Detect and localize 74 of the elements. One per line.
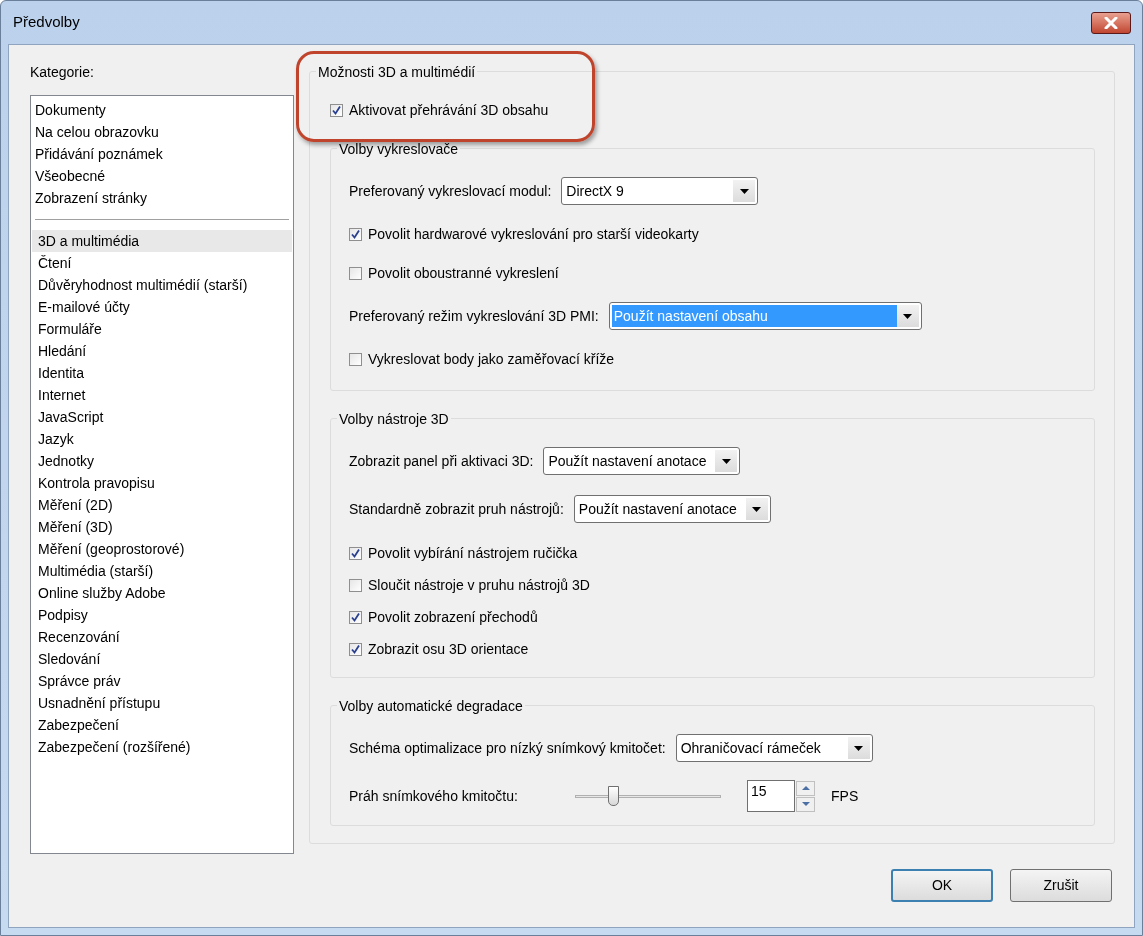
checkbox-label: Povolit oboustranné vykreslení [368, 263, 559, 283]
dropdown-arrow-icon [739, 188, 749, 194]
unit-label: FPS [831, 786, 859, 806]
dropdown[interactable]: Použít nastavení anotace [573, 495, 771, 523]
category-item[interactable]: Recenzování [32, 626, 292, 648]
field-label: Standardně zobrazit pruh nástrojů: [349, 499, 564, 519]
close-icon [1104, 16, 1118, 29]
category-item[interactable]: Online služby Adobe [32, 582, 292, 604]
checkbox[interactable] [349, 578, 362, 592]
checkbox-label: Povolit hardwarové vykreslování pro starší videokarty [368, 224, 699, 244]
dialog-button[interactable]: Zrušit [1010, 869, 1112, 902]
category-item[interactable]: 3D a multimédia [32, 230, 292, 252]
checkbox-label: Aktivovat přehrávání 3D obsahu [349, 100, 549, 120]
checkbox[interactable] [349, 546, 362, 560]
dialog-button[interactable]: OK [891, 869, 993, 902]
category-item[interactable]: Jednotky [32, 450, 292, 472]
category-item[interactable]: Zabezpečení [32, 714, 292, 736]
categories-label: Kategorie: [30, 63, 95, 80]
dropdown-arrow-icon [752, 506, 762, 512]
slider[interactable] [575, 786, 721, 806]
checkbox-label: Vykreslovat body jako zaměřovací kříže [368, 349, 615, 369]
category-item[interactable]: Měření (geoprostorové) [32, 538, 292, 560]
field-label: Preferovaný režim vykreslování 3D PMI: [349, 306, 599, 326]
close-button[interactable] [1091, 11, 1131, 34]
dropdown-arrow-icon [854, 745, 864, 751]
dropdown[interactable]: Použít nastavení anotace [543, 447, 741, 475]
category-item[interactable]: Správce práv [32, 670, 292, 692]
category-item[interactable]: Internet [32, 384, 292, 406]
category-item[interactable]: Dokumenty [32, 99, 292, 121]
checkbox-label: Sloučit nástroje v pruhu nástrojů 3D [368, 575, 590, 595]
checkbox-label: Povolit vybírání nástrojem ručička [368, 543, 578, 563]
category-item[interactable]: Kontrola pravopisu [32, 472, 292, 494]
category-item[interactable]: Měření (2D) [32, 494, 292, 516]
field-label: Práh snímkového kmitočtu: [349, 786, 519, 806]
dropdown-arrow-icon [903, 313, 913, 319]
category-item[interactable]: Měření (3D) [32, 516, 292, 538]
dropdown[interactable]: Ohraničovací rámeček [675, 734, 873, 762]
category-item[interactable]: Na celou obrazovku [32, 121, 292, 143]
category-item[interactable]: Podpisy [32, 604, 292, 626]
window-title: Předvolby [13, 12, 80, 33]
dropdown-arrow-icon [721, 458, 731, 464]
checkbox[interactable] [349, 642, 362, 656]
field-label: Preferovaný vykreslovací modul: [349, 181, 552, 201]
up-arrow-icon [801, 786, 810, 790]
category-item[interactable]: JavaScript [32, 406, 292, 428]
checkbox[interactable] [349, 227, 362, 241]
category-item[interactable]: Sledování [32, 648, 292, 670]
category-item[interactable]: E-mailové účty [32, 296, 292, 318]
field-label: Schéma optimalizace pro nízký snímkový kmitočet: [349, 738, 666, 758]
slider-thumb[interactable] [607, 786, 619, 806]
checkbox-label: Povolit zobrazení přechodů [368, 607, 538, 627]
category-item[interactable]: Všeobecné [32, 165, 292, 187]
category-item[interactable]: Jazyk [32, 428, 292, 450]
category-item[interactable]: Usnadnění přístupu [32, 692, 292, 714]
checkbox-label: Zobrazit osu 3D orientace [368, 639, 529, 659]
category-item[interactable]: Zobrazení stránky [32, 187, 292, 209]
category-item[interactable]: Multimédia (starší) [32, 560, 292, 582]
category-item[interactable]: Hledání [32, 340, 292, 362]
checkbox[interactable] [349, 266, 362, 280]
checkbox[interactable] [349, 352, 362, 366]
dropdown[interactable]: DirectX 9 [561, 177, 759, 205]
field-label: Zobrazit panel při aktivaci 3D: [349, 451, 534, 471]
spin-up-button[interactable] [796, 780, 815, 796]
category-item[interactable]: Formuláře [32, 318, 292, 340]
checkbox[interactable] [349, 610, 362, 624]
spin-down-button[interactable] [796, 796, 815, 812]
category-item[interactable]: Přidávání poznámek [32, 143, 292, 165]
number-field[interactable]: 15 [747, 780, 795, 812]
category-item[interactable]: Důvěryhodnost multimédií (starší) [32, 274, 292, 296]
down-arrow-icon [801, 802, 810, 806]
checkbox[interactable] [330, 103, 343, 117]
category-item[interactable]: Identita [32, 362, 292, 384]
category-item[interactable]: Čtení [32, 252, 292, 274]
category-item[interactable]: Zabezpečení (rozšířené) [32, 736, 292, 758]
